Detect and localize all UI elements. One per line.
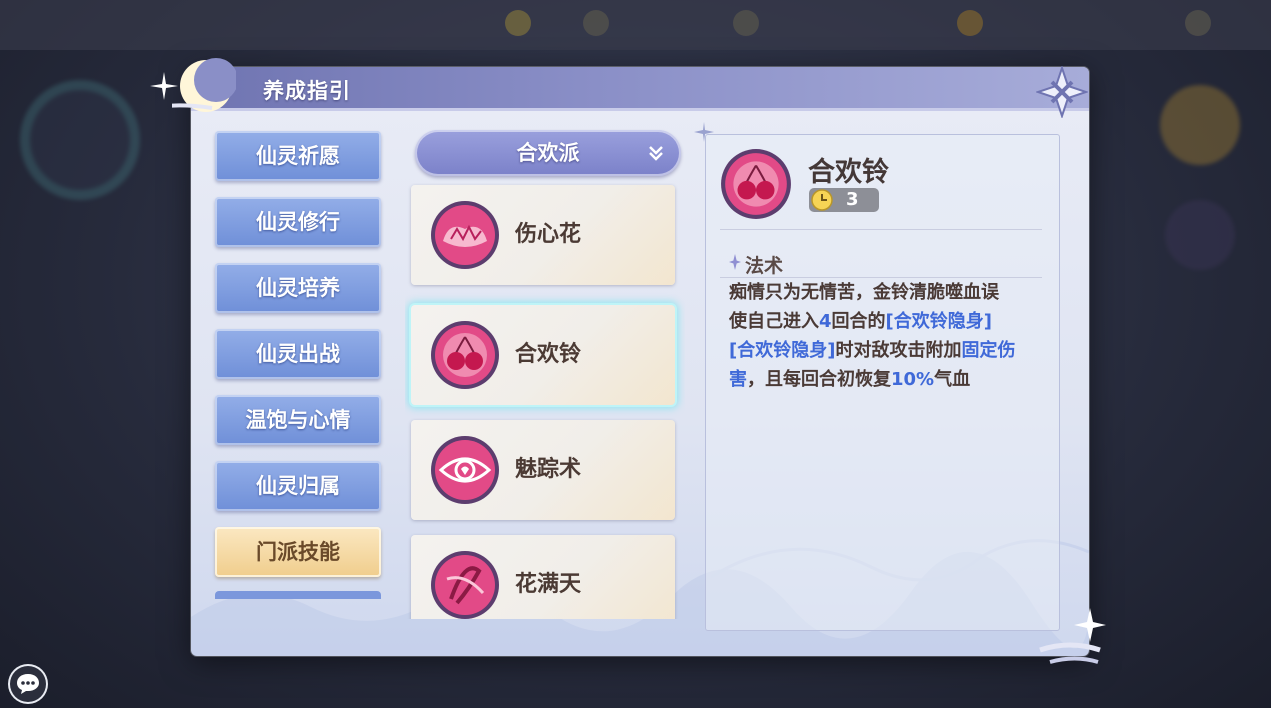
skill-type-label: 法术 [745, 255, 784, 277]
modal-title: 养成指引 [263, 79, 351, 103]
skill-name: 花满天 [515, 572, 582, 597]
background-settings-icon [1185, 10, 1211, 36]
divider [720, 229, 1042, 230]
modal-header: 养成指引 [191, 67, 1089, 111]
skill-card[interactable]: 伤心花 [411, 185, 675, 285]
flower-swirl-icon [431, 551, 499, 619]
cost-value: 3 [846, 189, 859, 210]
desc-line: 害，且每回合初恢复10%气血 [729, 365, 1041, 394]
nav-item-spirit-belonging[interactable]: 仙灵归属 [215, 461, 381, 511]
desc-text: ，且每回合初恢复 [747, 369, 891, 390]
background-gold-emblem [1160, 85, 1240, 165]
desc-text: 痴情只为无情苦，金铃清脆噬血误 [729, 282, 999, 303]
desc-highlight: 害 [729, 369, 747, 390]
nav-item-spirit-cultivate[interactable]: 仙灵培养 [215, 263, 381, 313]
desc-line: 痴情只为无情苦，金铃清脆噬血误 [729, 278, 1041, 307]
skill-name: 伤心花 [515, 222, 582, 247]
background-menu-icon [733, 10, 759, 36]
petal-flower-icon [431, 201, 499, 269]
status-link[interactable]: [合欢铃隐身] [886, 311, 992, 332]
desc-text: 回合的 [831, 311, 886, 332]
desc-highlight: 固定伤 [961, 340, 1016, 361]
desc-line: [合欢铃隐身]时对敌攻击附加固定伤 [729, 336, 1041, 365]
desc-text: 气血 [934, 369, 971, 390]
chat-bubble-icon [17, 674, 39, 694]
background-coin-icon [505, 10, 531, 36]
status-link[interactable]: [合欢铃隐身] [729, 340, 835, 361]
sparkle-icon [694, 122, 714, 142]
chevron-down-icon [649, 146, 663, 161]
skill-name: 魅踪术 [515, 457, 582, 482]
nav-item-sect-skills[interactable]: 门派技能 [215, 527, 381, 577]
clock-icon [811, 189, 833, 211]
chat-button[interactable] [8, 664, 48, 704]
nav-item-spirit-battle[interactable]: 仙灵出战 [215, 329, 381, 379]
sect-dropdown-value: 合欢派 [516, 141, 580, 165]
cherry-bell-icon [431, 321, 499, 389]
desc-highlight: 4 [819, 311, 832, 332]
skill-card[interactable]: 魅踪术 [411, 420, 675, 520]
detail-skill-name: 合欢铃 [808, 157, 889, 188]
crescent-moon-icon [172, 58, 236, 112]
background-top-bar [0, 0, 1271, 50]
desc-highlight: 10% [891, 369, 935, 390]
skill-card-selected[interactable]: 合欢铃 [411, 305, 675, 405]
cloud-decoration [1039, 608, 1106, 664]
skill-name: 合欢铃 [515, 342, 582, 367]
nav-item-spirit-practice[interactable]: 仙灵修行 [215, 197, 381, 247]
desc-line: 使自己进入4回合的[合欢铃隐身] [729, 307, 1041, 336]
skill-description: 痴情只为无情苦，金铃清脆噬血误 使自己进入4回合的[合欢铃隐身] [合欢铃隐身]… [729, 278, 1041, 394]
desc-text: 使自己进入 [729, 311, 819, 332]
skill-card[interactable]: 花满天 [411, 535, 675, 619]
skill-list: 伤心花 合欢铃 魅踪术 花满天 [405, 183, 685, 619]
charm-eye-icon [431, 436, 499, 504]
nav-item-partial[interactable] [215, 591, 381, 599]
background-gem-icon [957, 10, 983, 36]
nav-item-spirit-wish[interactable]: 仙灵祈愿 [215, 131, 381, 181]
nav-item-hunger-mood[interactable]: 温饱与心情 [215, 395, 381, 445]
desc-text: 时对敌攻击附加 [835, 340, 962, 361]
background-menu-icon [583, 10, 609, 36]
background-avatar-ring [20, 80, 140, 200]
diamond-star-icon [729, 254, 741, 270]
sect-dropdown[interactable]: 合欢派 [415, 130, 681, 176]
background-dark-emblem [1165, 200, 1235, 270]
cherry-bell-icon [721, 149, 791, 219]
close-icon[interactable] [1036, 66, 1088, 118]
